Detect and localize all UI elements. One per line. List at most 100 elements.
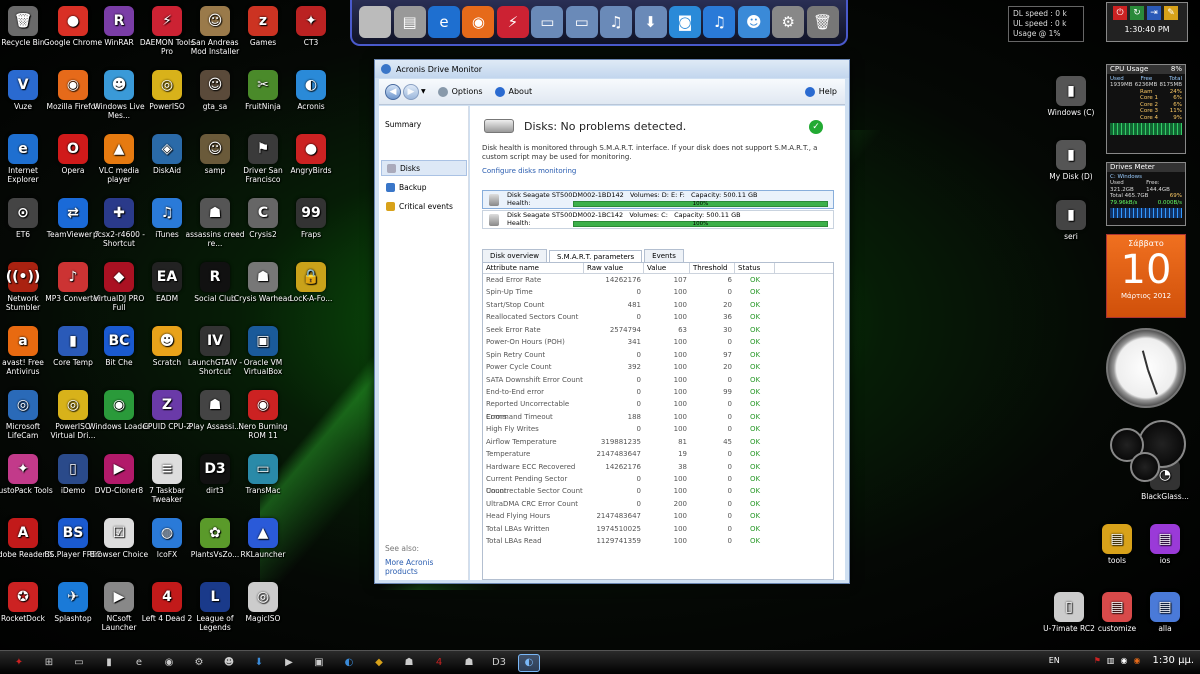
dock-drive-icon[interactable]: ▤ [393,6,426,38]
table-row[interactable]: Total LBAs Written 1974510025 100 0 OK [483,523,833,535]
table-row[interactable]: Spin-Up Time 0 100 0 OK [483,286,833,298]
taskbar-media-icon[interactable]: ▶ [278,654,300,672]
col-value[interactable]: Value [644,263,690,273]
tab-disk-overview[interactable]: Disk overview [482,249,547,262]
taskbar-game-1-icon[interactable]: ◆ [368,654,390,672]
desktop-icon-transmac[interactable]: ▭ TransMac [232,454,294,495]
col-status[interactable]: Status [735,263,775,273]
table-row[interactable]: Reported Uncorrectable Errors 0 100 0 OK [483,398,833,420]
dock-finder-icon[interactable]: ☻ [737,6,770,38]
dock-ie-icon[interactable]: e [428,6,461,38]
forward-button[interactable]: ▶ [403,83,419,100]
dock-facetime-icon[interactable]: ◙ [669,6,701,38]
key-icon[interactable]: ✎ [1164,6,1178,20]
desktop-icon-acronis[interactable]: ◐ Acronis [280,70,342,111]
table-row[interactable]: End-to-End error 0 100 99 OK [483,386,833,398]
disk-row[interactable]: Disk Seagate ST500DM002-1BD142 Volumes: … [482,190,834,209]
desktop-icon-rklauncher[interactable]: ▲ RKLauncher [232,518,294,559]
network-icon[interactable]: ▥ [1107,656,1115,665]
col-attribute-name[interactable]: Attribute name [483,263,584,273]
desktop-icon-ios[interactable]: ▤ ios [1134,524,1196,565]
table-row[interactable]: Start/Stop Count 481 100 20 OK [483,299,833,311]
table-row[interactable]: Airflow Temperature 319881235 81 45 OK [483,436,833,448]
table-row[interactable]: Read Error Rate 14262176 107 6 OK [483,274,833,286]
table-row[interactable]: Seek Error Rate 2574794 63 30 OK [483,324,833,336]
table-row[interactable]: High Fly Writes 0 100 0 OK [483,423,833,435]
configure-monitoring-link[interactable]: Configure disks monitoring [482,167,576,175]
table-row[interactable]: Uncorrectable Sector Count 0 100 0 OK [483,485,833,497]
table-row[interactable]: Power Cycle Count 392 100 20 OK [483,361,833,373]
dock-settings-icon[interactable]: ⚙ [772,6,805,38]
dock-folder-3-icon[interactable]: ♫ [600,6,633,38]
more-acronis-products-link[interactable]: More Acronis products [385,558,468,576]
dock-firefox-icon[interactable]: ◉ [462,6,495,38]
back-button[interactable]: ◀ [385,83,401,100]
desktop-icon-magiciso[interactable]: ◎ MagicISO [232,582,294,623]
table-row[interactable]: Hardware ECC Recovered 14262176 38 0 OK [483,461,833,473]
about-button[interactable]: About [494,86,532,97]
flag-icon[interactable]: ⚑ [1094,656,1101,665]
dock-folder-4-icon[interactable]: ⬇ [634,6,667,38]
dock-daemon-icon[interactable]: ⚡ [496,6,529,38]
dock-folder-1-icon[interactable]: ▭ [531,6,564,38]
table-row[interactable]: Head Flying Hours 2147483647 100 0 OK [483,510,833,522]
sidebar-item-critical-events[interactable]: Critical events [381,198,467,214]
taskbar-acronis-active-icon[interactable]: ◐ [518,653,540,672]
desktop-icon-angrybirds[interactable]: ● AngryBirds [280,134,342,175]
desktop-icon-ct3[interactable]: ✦ CT3 [280,6,342,47]
logoff-icon[interactable]: ⇥ [1147,6,1161,20]
nav-dropdown-icon[interactable]: ▼ [421,88,426,95]
table-row[interactable]: Power-On Hours (POH) 341 100 0 OK [483,336,833,348]
disk-row[interactable]: Disk Seagate ST500DM002-1BC142 Volumes: … [482,210,834,229]
table-row[interactable]: SATA Downshift Error Count 0 100 0 OK [483,374,833,386]
col-threshold[interactable]: Threshold [690,263,735,273]
table-row[interactable]: UltraDMA CRC Error Count 0 200 0 OK [483,498,833,510]
dock-itunes-icon[interactable]: ♫ [703,6,736,38]
sidebar-item-disks[interactable]: Disks [381,160,467,176]
desktop-icon-oracle-vm-virtualbox[interactable]: ▣ Oracle VM VirtualBox [232,326,294,376]
taskbar-folder-icon[interactable]: ▭ [68,654,90,672]
taskbar-start-orb-icon[interactable]: ✦ [8,654,30,672]
taskbar-game-2-icon[interactable]: ☗ [398,654,420,672]
taskbar-lock-icon[interactable]: ▣ [308,654,330,672]
table-row[interactable]: Reallocated Sectors Count 0 100 36 OK [483,311,833,323]
taskbar-windows-icon[interactable]: ⊞ [38,654,60,672]
table-row[interactable]: Temperature 2147483647 19 0 OK [483,448,833,460]
taskbar-firefox-icon[interactable]: ◉ [158,654,180,672]
sidebar-summary[interactable]: Summary [385,120,421,129]
taskbar-dirt3-icon[interactable]: D3 [488,654,510,672]
firefox-tray-icon[interactable]: ◉ [1133,656,1140,665]
dock-apple-icon[interactable] [359,6,392,38]
dock-trash-icon[interactable]: 🗑 [806,6,839,38]
window-titlebar[interactable]: Acronis Drive Monitor [375,60,849,78]
taskbar-messenger-icon[interactable]: ☻ [218,654,240,672]
sidebar-item-backup[interactable]: Backup [381,179,467,195]
table-row[interactable]: Current Pending Sector Count 0 100 0 OK [483,473,833,495]
restart-icon[interactable]: ↻ [1130,6,1144,20]
power-icon[interactable]: ⏻ [1113,6,1127,20]
desktop-icon-seri[interactable]: ▮ seri [1040,200,1102,241]
desktop-icon-lock-a-fo[interactable]: 🔒 LocK-A-Fo... [280,262,342,303]
table-row[interactable]: Command Timeout 188 100 0 OK [483,411,833,423]
taskbar-clock[interactable]: 1:30 μμ. [1152,655,1194,666]
dock-folder-2-icon[interactable]: ▭ [565,6,598,38]
desktop-icon-alla[interactable]: ▤ alla [1134,592,1196,633]
desktop-icon-fraps[interactable]: 99 Fraps [280,198,342,239]
options-button[interactable]: Options [437,86,483,97]
volume-icon[interactable]: ◉ [1120,656,1127,665]
taskbar-ie-icon[interactable]: e [128,654,150,672]
desktop-icon-windows-c[interactable]: ▮ Windows (C) [1040,76,1102,117]
taskbar-left4dead-icon[interactable]: 4 [428,654,450,672]
help-button[interactable]: Help [804,86,837,97]
desktop-icon-nero-burning-rom-11[interactable]: ◉ Nero Burning ROM 11 [232,390,294,440]
taskbar-acronis-icon[interactable]: ◐ [338,654,360,672]
taskbar-drive-icon[interactable]: ▮ [98,654,120,672]
taskbar-download-icon[interactable]: ⬇ [248,654,270,672]
col-raw-value[interactable]: Raw value [584,263,644,273]
tab-events[interactable]: Events [644,249,684,262]
taskbar-daemon-icon[interactable]: ⚙ [188,654,210,672]
table-row[interactable]: Spin Retry Count 0 100 97 OK [483,349,833,361]
table-row[interactable]: Total LBAs Read 1129741359 100 0 OK [483,535,833,547]
desktop-icon-my-disk-d[interactable]: ▮ My Disk (D) [1040,140,1102,181]
taskbar-game-3-icon[interactable]: ☗ [458,654,480,672]
